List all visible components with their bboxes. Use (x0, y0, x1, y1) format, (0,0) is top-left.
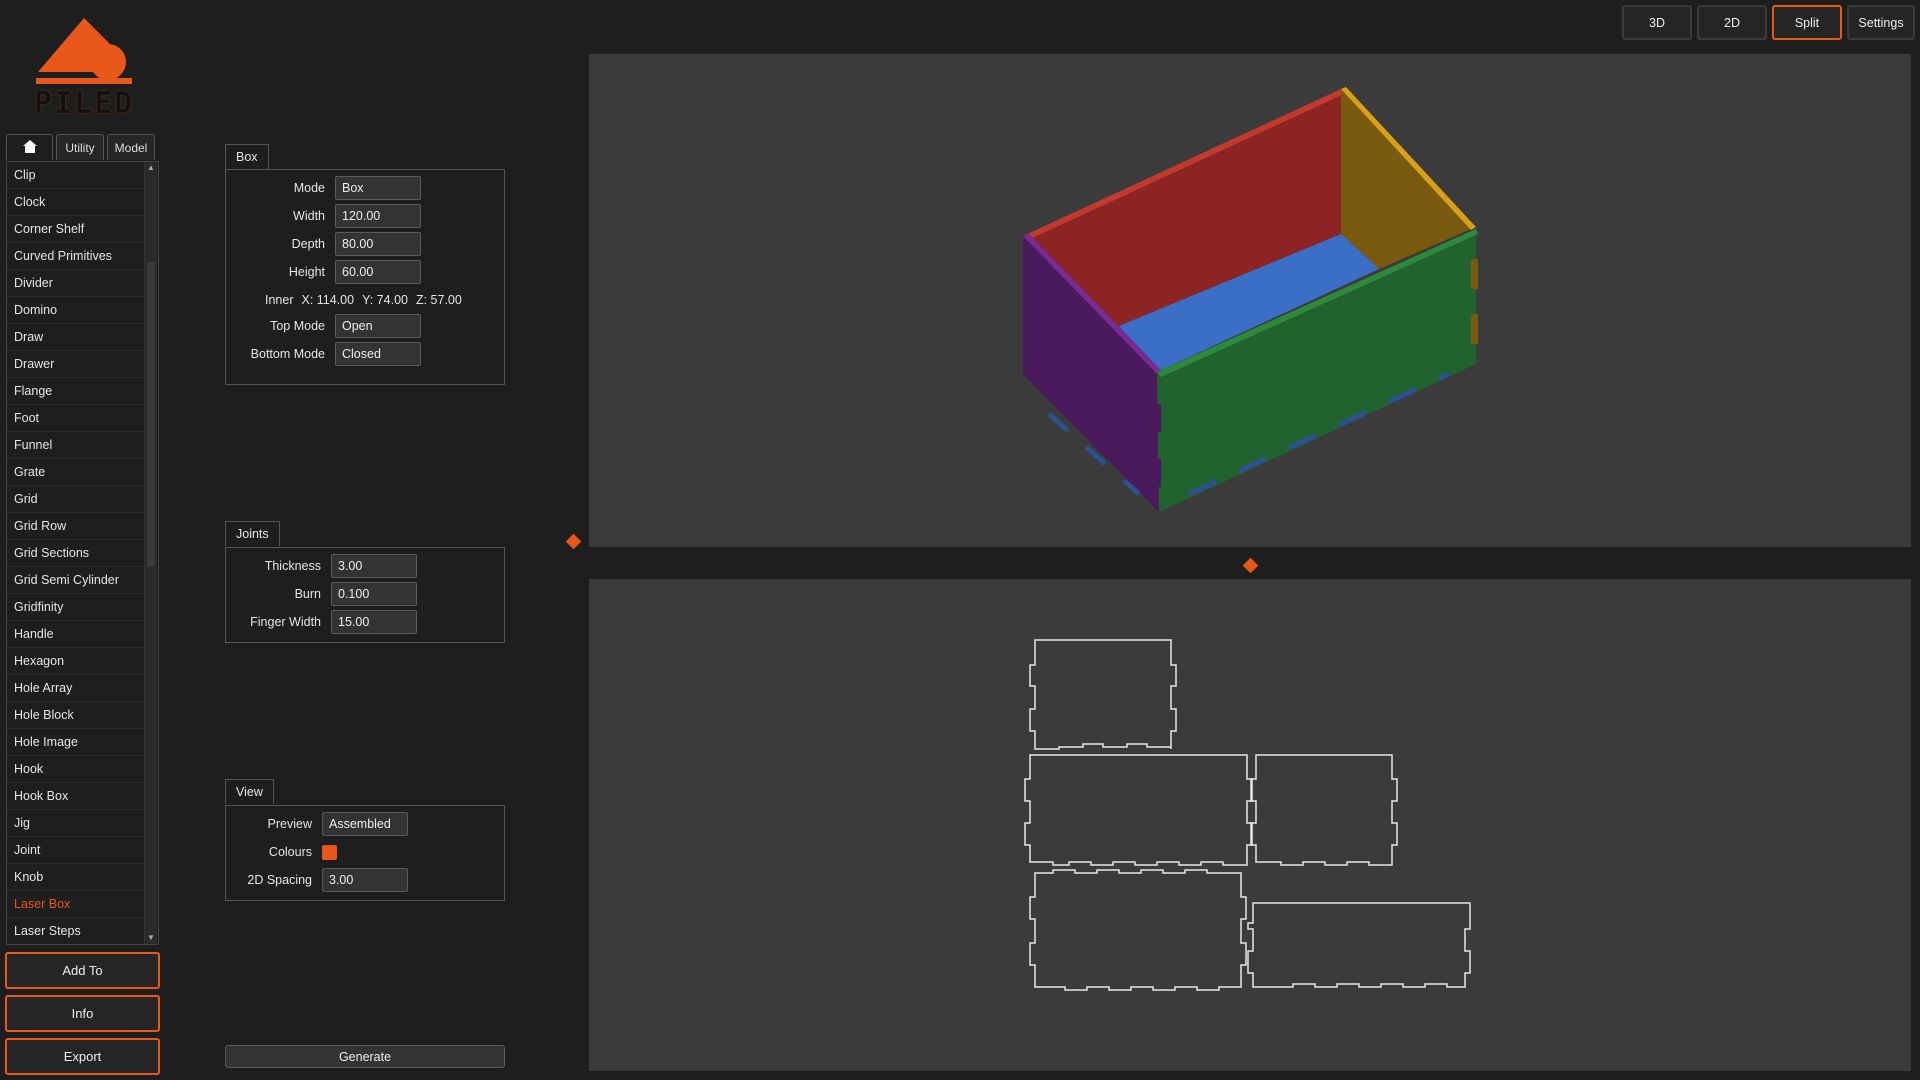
list-item[interactable]: Hexagon (7, 648, 145, 675)
tool-list-items: Clip Clock Corner Shelf Curved Primitives Di… (7, 162, 158, 944)
splitter-handle-left[interactable] (565, 533, 582, 550)
view-2d-button[interactable]: 2D (1697, 5, 1767, 40)
list-item[interactable]: Grid Semi Cylinder (7, 567, 145, 594)
list-item[interactable]: Hook Box (7, 783, 145, 810)
depth-label: Depth (291, 237, 325, 251)
finger-width-label: Finger Width (250, 615, 321, 629)
spacing-label: 2D Spacing (247, 873, 312, 887)
thickness-input[interactable]: 3.00 (331, 554, 417, 578)
inner-label: Inner (265, 293, 294, 307)
top-mode-select[interactable]: Open (335, 314, 421, 338)
splitter-handle-center[interactable] (1242, 557, 1259, 574)
scroll-up-icon[interactable]: ▲ (147, 164, 155, 172)
preview-select[interactable]: Assembled (322, 812, 408, 836)
list-item[interactable]: Hole Array (7, 675, 145, 702)
add-to-button[interactable]: Add To (5, 952, 160, 989)
settings-button[interactable]: Settings (1847, 5, 1915, 40)
list-item[interactable]: Knob (7, 864, 145, 891)
height-label: Height (288, 265, 325, 279)
list-item[interactable]: Laser Steps (7, 918, 145, 944)
list-item[interactable]: Gridfinity (7, 594, 145, 621)
list-item[interactable]: Divider (7, 270, 145, 297)
height-input[interactable]: 60.00 (335, 260, 421, 284)
list-item[interactable]: Funnel (7, 432, 145, 459)
info-button[interactable]: Info (5, 995, 160, 1032)
colours-label: Colours (268, 845, 312, 859)
list-item[interactable]: Handle (7, 621, 145, 648)
tab-model[interactable]: Model (107, 134, 155, 160)
view-3d-button[interactable]: 3D (1622, 5, 1692, 40)
cut-panel-end-2 (1250, 754, 1398, 866)
tab-utility[interactable]: Utility (56, 134, 104, 160)
list-item[interactable]: Hole Block (7, 702, 145, 729)
generate-button[interactable]: Generate (225, 1045, 505, 1068)
cut-panel-bottom (1029, 869, 1247, 991)
bottom-mode-select[interactable]: Closed (335, 342, 421, 366)
home-icon (22, 139, 37, 156)
cut-panel-side-2 (1247, 902, 1471, 988)
list-item[interactable]: Laser Box (7, 891, 145, 918)
preview-label: Preview (267, 817, 312, 831)
list-scrollbar[interactable]: ▲ ▼ (144, 162, 157, 944)
scroll-thumb[interactable] (147, 262, 155, 567)
view-group-title: View (225, 779, 274, 804)
export-button[interactable]: Export (5, 1038, 160, 1075)
cut-panel-side-1 (1024, 754, 1253, 866)
list-item[interactable]: Grid Row (7, 513, 145, 540)
list-item[interactable]: Grid Sections (7, 540, 145, 567)
list-item[interactable]: Hole Image (7, 729, 145, 756)
inner-x: X: 114.00 (301, 293, 355, 307)
burn-input[interactable]: 0.100 (331, 582, 417, 606)
list-item[interactable]: Foot (7, 405, 145, 432)
logo-text: PILED (34, 86, 135, 121)
box-group-title: Box (225, 144, 269, 169)
view-split-button[interactable]: Split (1772, 5, 1842, 40)
list-item[interactable]: Grate (7, 459, 145, 486)
list-item[interactable]: Corner Shelf (7, 216, 145, 243)
top-mode-label: Top Mode (270, 319, 325, 333)
list-item[interactable]: Drawer (7, 351, 145, 378)
cut-panel-end-1 (1029, 639, 1177, 750)
bottom-mode-label: Bottom Mode (250, 347, 325, 361)
inner-z: Z: 57.00 (415, 293, 462, 307)
tab-home[interactable] (6, 134, 53, 160)
app-logo: PILED (34, 14, 135, 121)
viewport-2d[interactable] (589, 579, 1911, 1071)
inner-dimensions: Inner X: 114.00 Y: 74.00 Z: 57.00 (265, 288, 462, 312)
box-3d-model (1023, 87, 1478, 512)
list-item[interactable]: Jig (7, 810, 145, 837)
tool-list[interactable]: Clip Clock Corner Shelf Curved Primitives Di… (6, 161, 159, 945)
colours-swatch[interactable] (322, 844, 337, 860)
finger-width-input[interactable]: 15.00 (331, 610, 417, 634)
list-item[interactable]: Grid (7, 486, 145, 513)
mode-label: Mode (293, 181, 325, 195)
list-item[interactable]: Hook (7, 756, 145, 783)
burn-label: Burn (294, 587, 321, 601)
mode-select[interactable]: Box (335, 176, 421, 200)
thickness-label: Thickness (264, 559, 321, 573)
list-item[interactable]: Joint (7, 837, 145, 864)
depth-input[interactable]: 80.00 (335, 232, 421, 256)
list-item[interactable]: Domino (7, 297, 145, 324)
joints-group-title: Joints (225, 521, 280, 546)
list-item[interactable]: Clip (7, 162, 145, 189)
inner-y: Y: 74.00 (362, 293, 408, 307)
scroll-down-icon[interactable]: ▼ (147, 934, 155, 942)
width-input[interactable]: 120.00 (335, 204, 421, 228)
list-item[interactable]: Draw (7, 324, 145, 351)
spacing-input[interactable]: 3.00 (322, 868, 408, 892)
list-item[interactable]: Curved Primitives (7, 243, 145, 270)
list-item[interactable]: Flange (7, 378, 145, 405)
width-label: Width (293, 209, 325, 223)
box-2d-layout (1024, 639, 1471, 991)
list-item[interactable]: Clock (7, 189, 145, 216)
viewport-3d[interactable] (589, 54, 1911, 547)
